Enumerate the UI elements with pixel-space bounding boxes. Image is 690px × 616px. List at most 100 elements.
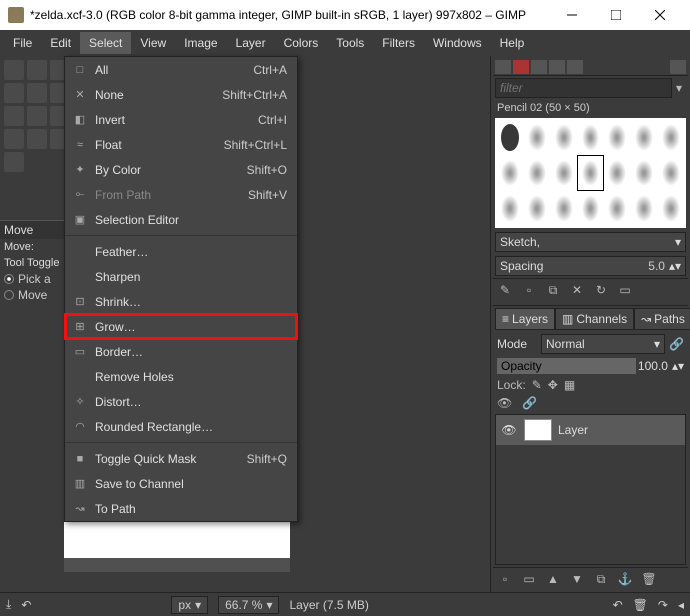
mode-select[interactable]: Normal ▾ — [541, 334, 665, 354]
brush-item[interactable] — [578, 156, 604, 191]
menu-file[interactable]: File — [4, 32, 41, 54]
brush-item[interactable] — [631, 120, 657, 155]
dock-tab[interactable] — [531, 60, 547, 74]
tool-button[interactable] — [4, 60, 24, 80]
menu-item-sharpen[interactable]: Sharpen — [65, 264, 297, 289]
dock-menu-icon[interactable] — [670, 60, 686, 74]
layer-row[interactable]: 👁 Layer — [496, 415, 685, 445]
tool-button[interactable] — [27, 60, 47, 80]
new-icon[interactable]: ▫ — [521, 282, 537, 298]
menu-item-float[interactable]: ≈FloatShift+Ctrl+L — [65, 132, 297, 157]
menu-image[interactable]: Image — [175, 32, 226, 54]
menu-item-none[interactable]: ✕NoneShift+Ctrl+A — [65, 82, 297, 107]
menu-colors[interactable]: Colors — [275, 32, 328, 54]
trash-icon[interactable]: 🗑 — [633, 598, 648, 612]
brush-item[interactable] — [497, 156, 523, 191]
layer-name[interactable]: Layer — [558, 423, 588, 437]
tool-button[interactable] — [27, 106, 47, 126]
menu-item-save-to-channel[interactable]: ▥Save to Channel — [65, 471, 297, 496]
group-icon[interactable]: ▭ — [521, 571, 537, 587]
stepper-icon[interactable]: ▴▾ — [669, 259, 681, 273]
preset-combo[interactable]: Sketch, ▾ — [495, 232, 686, 252]
download-icon[interactable]: ⤓ — [6, 597, 11, 612]
tab-channels[interactable]: ▥Channels — [555, 308, 634, 330]
brush-item[interactable] — [604, 120, 630, 155]
menu-layer[interactable]: Layer — [227, 32, 275, 54]
lock-position-icon[interactable]: ✥ — [548, 378, 558, 392]
lock-pixels-icon[interactable]: ✎ — [532, 378, 542, 392]
delete-icon[interactable]: ✕ — [569, 282, 585, 298]
menu-select[interactable]: Select — [80, 32, 131, 54]
menu-help[interactable]: Help — [491, 32, 534, 54]
menu-item-remove-holes[interactable]: Remove Holes — [65, 364, 297, 389]
dock-tab[interactable] — [549, 60, 565, 74]
spacing-field[interactable]: Spacing 5.0 ▴▾ — [495, 256, 686, 276]
brush-item[interactable] — [497, 120, 523, 155]
brush-item[interactable] — [551, 120, 577, 155]
menu-item-to-path[interactable]: ↝To Path — [65, 496, 297, 521]
brush-item[interactable] — [497, 191, 523, 226]
maximize-button[interactable] — [594, 0, 638, 30]
open-icon[interactable]: ▭ — [617, 282, 633, 298]
menu-item-selection-editor[interactable]: ▣Selection Editor — [65, 207, 297, 232]
edit-icon[interactable]: ✎ — [497, 282, 513, 298]
opacity-slider[interactable]: Opacity 100.0 ▴▾ — [497, 358, 684, 374]
brush-item[interactable] — [604, 156, 630, 191]
menu-item-all[interactable]: □AllCtrl+A — [65, 57, 297, 82]
brush-item[interactable] — [631, 191, 657, 226]
menu-item-toggle-quick-mask[interactable]: ■Toggle Quick MaskShift+Q — [65, 446, 297, 471]
brush-item[interactable] — [578, 120, 604, 155]
menu-item-shrink[interactable]: ⊡Shrink… — [65, 289, 297, 314]
tool-button[interactable] — [27, 129, 47, 149]
menu-item-by-color[interactable]: ✦By ColorShift+O — [65, 157, 297, 182]
zoom-select[interactable]: 66.7 %▾ — [218, 596, 279, 614]
dock-tab[interactable] — [495, 60, 511, 74]
brush-filter-input[interactable] — [495, 78, 672, 98]
menu-tools[interactable]: Tools — [327, 32, 373, 54]
refresh-icon[interactable]: ↻ — [593, 282, 609, 298]
radio-move[interactable]: Move — [0, 287, 64, 303]
tool-button[interactable] — [4, 152, 24, 172]
brush-item[interactable] — [524, 156, 550, 191]
new-layer-icon[interactable]: ▫ — [497, 571, 513, 587]
menu-item-grow[interactable]: ⊞Grow… — [65, 314, 297, 339]
anchor-icon[interactable]: ⚓ — [617, 571, 633, 587]
delete-layer-icon[interactable]: 🗑 — [641, 571, 657, 587]
menu-item-border[interactable]: ▭Border… — [65, 339, 297, 364]
chevron-down-icon[interactable]: ▾ — [672, 81, 686, 95]
tool-button[interactable] — [4, 129, 24, 149]
tool-button[interactable] — [4, 83, 24, 103]
minimize-button[interactable] — [550, 0, 594, 30]
brush-item[interactable] — [524, 120, 550, 155]
visibility-toggle[interactable]: 👁 — [500, 423, 518, 437]
redo-icon[interactable]: ↷ — [658, 598, 668, 612]
brush-item[interactable] — [551, 191, 577, 226]
duplicate-layer-icon[interactable]: ⧉ — [593, 571, 609, 587]
tab-layers[interactable]: ≡Layers — [495, 308, 555, 330]
menu-edit[interactable]: Edit — [41, 32, 80, 54]
duplicate-icon[interactable]: ⧉ — [545, 282, 561, 298]
menu-item-rounded-rectangle[interactable]: ◠Rounded Rectangle… — [65, 414, 297, 439]
menu-item-invert[interactable]: ◧InvertCtrl+I — [65, 107, 297, 132]
brush-item[interactable] — [551, 156, 577, 191]
brush-item[interactable] — [524, 191, 550, 226]
dock-tab[interactable] — [513, 60, 529, 74]
stepper-icon[interactable]: ▴▾ — [672, 359, 684, 373]
radio-pick[interactable]: Pick a — [0, 271, 64, 287]
undo-icon[interactable]: ↶ — [613, 598, 623, 612]
menu-item-distort[interactable]: ✧Distort… — [65, 389, 297, 414]
brush-item[interactable] — [658, 156, 684, 191]
tab-paths[interactable]: ↝Paths — [634, 308, 690, 330]
menu-filters[interactable]: Filters — [373, 32, 424, 54]
lock-alpha-icon[interactable]: ▦ — [564, 378, 575, 392]
back-icon[interactable]: ↶ — [21, 598, 31, 612]
close-button[interactable] — [638, 0, 682, 30]
menu-item-feather[interactable]: Feather… — [65, 239, 297, 264]
brush-item[interactable] — [604, 191, 630, 226]
brush-item[interactable] — [658, 120, 684, 155]
dock-tab[interactable] — [567, 60, 583, 74]
link-icon[interactable]: 🔗 — [669, 337, 684, 351]
menu-view[interactable]: View — [131, 32, 175, 54]
raise-icon[interactable]: ▲ — [545, 571, 561, 587]
menu-icon[interactable]: ◂ — [678, 598, 684, 612]
